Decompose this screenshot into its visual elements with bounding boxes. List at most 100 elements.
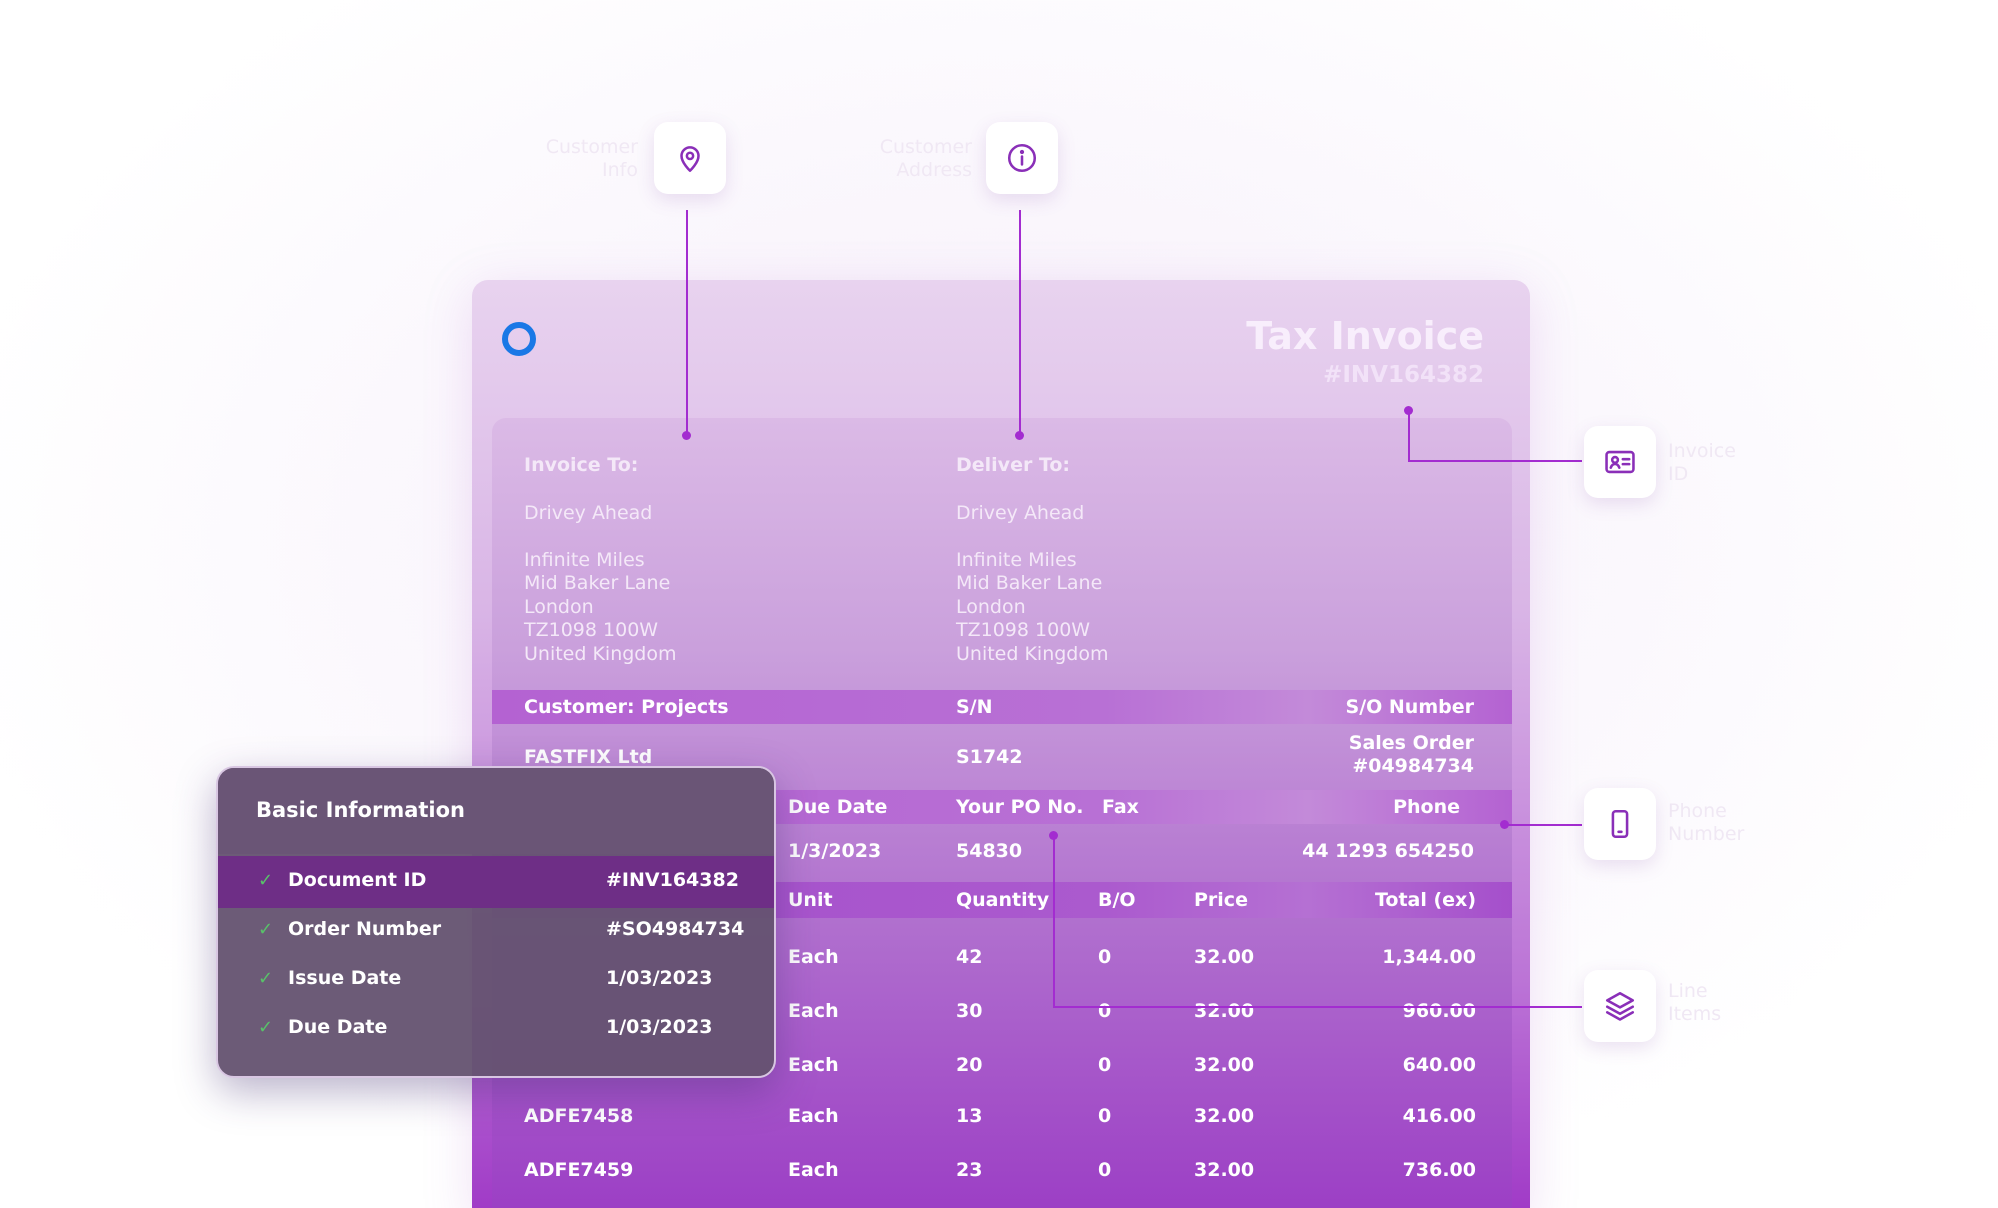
invoice-to-address-line: Mid Baker Lane <box>524 572 671 594</box>
info-row-value: 1/03/2023 <box>606 1016 713 1038</box>
customer-address-label-line2: Address <box>896 159 972 181</box>
item-unit: Each <box>788 1054 839 1076</box>
invoice-to-name: Drivey Ahead <box>524 502 653 524</box>
invoice-id-connector-h <box>1408 460 1582 462</box>
customer-name: FASTFIX Ltd <box>524 746 653 768</box>
check-icon: ✓ <box>258 870 274 891</box>
customer-info-connector-dot <box>682 431 691 440</box>
total-header: Total (ex) <box>1374 889 1476 911</box>
sn-header-label: S/N <box>956 696 993 718</box>
item-total: 640.00 <box>1402 1054 1476 1076</box>
customer-info-connector <box>686 210 688 436</box>
item-price: 32.00 <box>1194 1000 1255 1022</box>
invoice-to-address-line: TZ1098 100W <box>524 619 659 641</box>
invoice-id-callout[interactable] <box>1584 426 1656 498</box>
company-logo <box>502 322 536 356</box>
item-unit: Each <box>788 1000 839 1022</box>
info-row-order-number[interactable]: ✓ Order Number #SO4984734 <box>218 905 774 957</box>
customer-info-label-line2: Info <box>602 159 638 181</box>
deliver-to-heading: Deliver To: <box>956 454 1071 476</box>
line-items-label-line2: Items <box>1668 1003 1722 1025</box>
item-bo: 0 <box>1098 1054 1112 1076</box>
item-quantity: 30 <box>956 1000 983 1022</box>
info-row-value: #INV164382 <box>606 869 739 891</box>
phone-label-line1: Phone <box>1668 800 1727 822</box>
phone-header: Phone <box>1393 796 1460 818</box>
sales-order-line1: Sales Order <box>1348 732 1474 754</box>
item-total: 416.00 <box>1402 1105 1476 1127</box>
item-quantity: 20 <box>956 1054 983 1076</box>
info-row-label: Document ID <box>288 869 427 891</box>
item-bo: 0 <box>1098 1105 1112 1127</box>
id-card-icon <box>1605 450 1635 474</box>
info-icon <box>1007 143 1037 173</box>
info-row-value: #SO4984734 <box>606 918 745 940</box>
bo-header: B/O <box>1098 889 1136 911</box>
deliver-to-address-line: TZ1098 100W <box>956 619 1091 641</box>
item-bo: 0 <box>1098 1000 1112 1022</box>
line-items-label: Line Items <box>1668 980 1721 1026</box>
sales-order-line2: #04984734 <box>1352 755 1474 777</box>
deliver-to-address-line: Infinite Miles <box>956 549 1077 571</box>
panel-title: Basic Information <box>256 798 465 822</box>
customer-info-label-line1: Customer <box>545 136 638 158</box>
info-row-due-date[interactable]: ✓ Due Date 1/03/2023 <box>218 1003 774 1055</box>
invoice-title: Tax Invoice <box>1246 314 1484 358</box>
customer-address-connector <box>1019 210 1021 436</box>
price-header: Price <box>1194 889 1248 911</box>
check-icon: ✓ <box>258 968 274 989</box>
invoice-id-label: Invoice ID <box>1668 440 1736 486</box>
line-items-label-line1: Line <box>1668 980 1708 1002</box>
item-code: ADFE7458 <box>524 1105 634 1127</box>
layers-icon <box>1605 991 1635 1021</box>
line-items-callout[interactable] <box>1584 970 1656 1042</box>
item-total: 736.00 <box>1402 1159 1476 1181</box>
item-total: 960.00 <box>1402 1000 1476 1022</box>
check-icon: ✓ <box>258 1017 274 1038</box>
invoice-to-heading: Invoice To: <box>524 454 639 476</box>
item-bo: 0 <box>1098 1159 1112 1181</box>
item-quantity: 13 <box>956 1105 983 1127</box>
item-price: 32.00 <box>1194 1159 1255 1181</box>
info-row-value: 1/03/2023 <box>606 967 713 989</box>
item-unit: Each <box>788 1105 839 1127</box>
phone-callout[interactable] <box>1584 788 1656 860</box>
invoice-id-connector-v <box>1408 410 1410 462</box>
check-icon: ✓ <box>258 919 274 940</box>
deliver-to-name: Drivey Ahead <box>956 502 1085 524</box>
item-price: 32.00 <box>1194 1105 1255 1127</box>
customer-info-callout[interactable] <box>654 122 726 194</box>
map-pin-icon <box>680 146 700 173</box>
item-quantity: 23 <box>956 1159 983 1181</box>
quantity-header: Quantity <box>956 889 1050 911</box>
item-quantity: 42 <box>956 946 983 968</box>
customer-address-label: Customer Address <box>852 136 972 182</box>
line-items-connector-h <box>1053 1006 1582 1008</box>
line-items-connector-v <box>1053 835 1055 1007</box>
customer-address-callout[interactable] <box>986 122 1058 194</box>
info-row-label: Due Date <box>288 1016 388 1038</box>
invoice-number: #INV164382 <box>1323 362 1484 388</box>
customer-header-label: Customer: Projects <box>524 696 729 718</box>
info-row-document-id[interactable]: ✓ Document ID #INV164382 <box>218 856 774 908</box>
phone-label: Phone Number <box>1668 800 1744 846</box>
item-bo: 0 <box>1098 946 1112 968</box>
fax-header: Fax <box>1102 796 1139 818</box>
item-unit: Each <box>788 1159 839 1181</box>
customer-address-label-line1: Customer <box>879 136 972 158</box>
deliver-to-address-line: United Kingdom <box>956 643 1109 665</box>
item-total: 1,344.00 <box>1382 946 1476 968</box>
invoice-to-address-line: United Kingdom <box>524 643 677 665</box>
info-row-label: Issue Date <box>288 967 402 989</box>
unit-header: Unit <box>788 889 833 911</box>
phone-value: 44 1293 654250 <box>1302 840 1474 862</box>
deliver-to-address-line: Mid Baker Lane <box>956 572 1103 594</box>
item-code: ADFE7459 <box>524 1159 634 1181</box>
so-number-header-label: S/O Number <box>1345 696 1474 718</box>
info-row-issue-date[interactable]: ✓ Issue Date 1/03/2023 <box>218 954 774 1006</box>
deliver-to-address-line: London <box>956 596 1026 618</box>
po-value: 54830 <box>956 840 1023 862</box>
customer-info-label: Customer Info <box>520 136 638 182</box>
invoice-id-label-line1: Invoice <box>1668 440 1736 462</box>
phone-connector <box>1504 824 1582 826</box>
